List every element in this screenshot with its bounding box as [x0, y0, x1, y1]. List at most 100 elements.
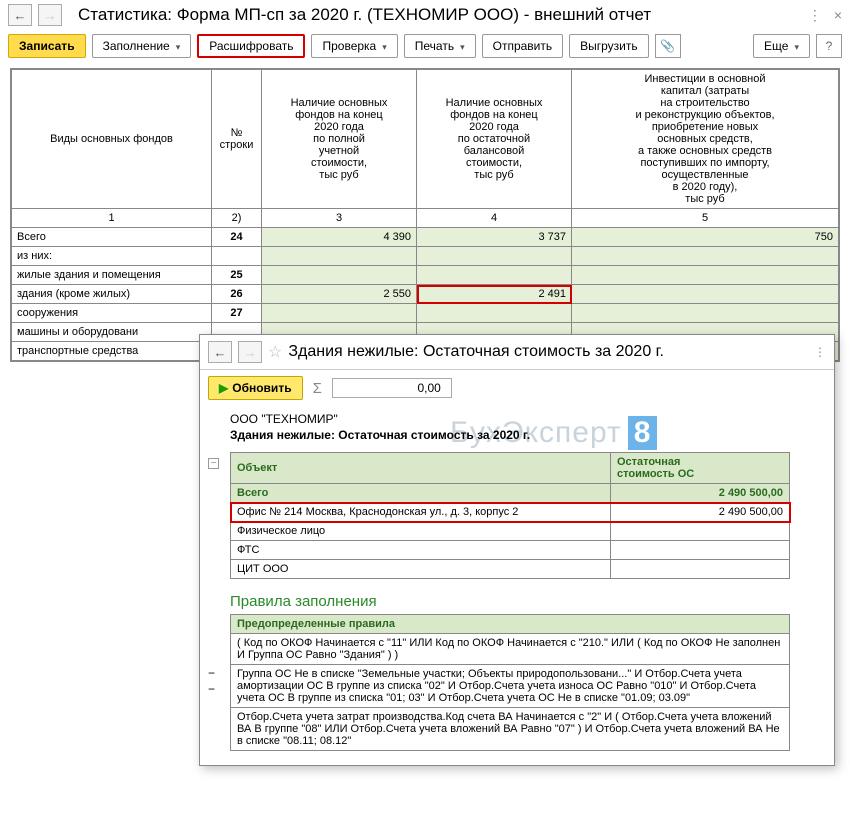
nav-back-button[interactable]: ←	[8, 4, 32, 26]
refresh-button[interactable]: ▶ Обновить	[208, 376, 303, 400]
table-row[interactable]: Офис № 214 Москва, Краснодонская ул., д.…	[231, 503, 790, 522]
col-header-rownum: № строки	[212, 70, 262, 209]
cell-object[interactable]: Физическое лицо	[231, 522, 611, 541]
cell[interactable]: 3 737	[417, 228, 572, 247]
cell[interactable]: 750	[572, 228, 839, 247]
cell[interactable]	[212, 247, 262, 266]
cell[interactable]	[417, 304, 572, 323]
decode-label: Расшифровать	[209, 39, 293, 53]
col-header-kind: Виды основных фондов	[12, 70, 212, 209]
sum-field[interactable]: 0,00	[332, 378, 452, 398]
detail-table: Объект Остаточная стоимость ОС Всего2 49…	[230, 452, 790, 579]
more-label: Еще	[764, 39, 788, 53]
table-row[interactable]: сооружения27	[12, 304, 839, 323]
ov-nav-forward[interactable]: →	[238, 341, 262, 363]
table-row[interactable]: жилые здания и помещения25	[12, 266, 839, 285]
rule-text: ( Код по ОКОФ Начинается с "11" ИЛИ Код …	[231, 634, 790, 665]
chevron-down-icon	[380, 39, 387, 53]
cell[interactable]	[262, 304, 417, 323]
send-button[interactable]: Отправить	[482, 34, 564, 58]
tree-collapse-icon[interactable]: −	[208, 682, 215, 696]
more-button[interactable]: Еще	[753, 34, 810, 58]
rule-text: Группа ОС Не в списке "Земельные участки…	[231, 665, 790, 708]
cell-value[interactable]	[611, 522, 790, 541]
cell[interactable]: 4 390	[262, 228, 417, 247]
cell-object[interactable]: Офис № 214 Москва, Краснодонская ул., д.…	[231, 503, 611, 522]
cell[interactable]	[262, 266, 417, 285]
cell[interactable]: Всего	[12, 228, 212, 247]
check-button[interactable]: Проверка	[311, 34, 397, 58]
detail-window: ← → ☆ Здания нежилые: Остаточная стоимос…	[199, 334, 835, 766]
company-name: ООО "ТЕХНОМИР"	[230, 412, 824, 426]
cell-value[interactable]: 2 490 500,00	[611, 503, 790, 522]
cell[interactable]: сооружения	[12, 304, 212, 323]
cell[interactable]	[572, 285, 839, 304]
sub-col-value: Остаточная стоимость ОС	[611, 453, 790, 484]
rule-row[interactable]: Группа ОС Не в списке "Земельные участки…	[231, 665, 790, 708]
chevron-down-icon	[792, 39, 799, 53]
cell-object[interactable]: ФТС	[231, 541, 611, 560]
cell[interactable]: из них:	[12, 247, 212, 266]
chevron-down-icon	[458, 39, 465, 53]
chevron-down-icon	[174, 39, 181, 53]
help-button[interactable]: ?	[816, 34, 842, 58]
cell[interactable]: транспортные средства	[12, 342, 212, 361]
cell[interactable]: здания (кроме жилых)	[12, 285, 212, 304]
rules-table: Предопределенные правила ( Код по ОКОФ Н…	[230, 614, 790, 751]
table-row[interactable]: Всего2 490 500,00	[231, 484, 790, 503]
table-row[interactable]: Всего244 3903 737750	[12, 228, 839, 247]
kebab-icon[interactable]: ⋮	[808, 7, 822, 24]
cell[interactable]: 27	[212, 304, 262, 323]
table-row[interactable]: здания (кроме жилых)262 5502 491	[12, 285, 839, 304]
cell[interactable]	[417, 266, 572, 285]
rules-section-title: Правила заполнения	[230, 593, 824, 610]
cell[interactable]	[572, 304, 839, 323]
cell[interactable]	[572, 266, 839, 285]
check-label: Проверка	[322, 39, 376, 53]
cell[interactable]: машины и оборудовани	[12, 323, 212, 342]
overlay-title: Здания нежилые: Остаточная стоимость за …	[288, 343, 808, 361]
cell[interactable]: 24	[212, 228, 262, 247]
tree-collapse-icon[interactable]: −	[208, 666, 215, 680]
cell[interactable]: 2 491	[417, 285, 572, 304]
colnum-2: 2)	[212, 209, 262, 228]
colnum-4: 4	[417, 209, 572, 228]
fill-button[interactable]: Заполнение	[92, 34, 192, 58]
close-icon[interactable]: ×	[834, 7, 842, 24]
tree-handles: −	[208, 458, 222, 471]
decode-button[interactable]: Расшифровать	[197, 34, 305, 58]
rule-row[interactable]: Отбор.Счета учета затрат производства.Ко…	[231, 708, 790, 751]
tree-handles-2: − −	[208, 666, 215, 696]
table-row[interactable]: ФТС	[231, 541, 790, 560]
print-button[interactable]: Печать	[404, 34, 476, 58]
rule-row[interactable]: ( Код по ОКОФ Начинается с "11" ИЛИ Код …	[231, 634, 790, 665]
cell-value[interactable]	[611, 541, 790, 560]
page-title: Статистика: Форма МП-сп за 2020 г. (ТЕХН…	[78, 5, 802, 25]
ov-nav-back[interactable]: ←	[208, 341, 232, 363]
cell-value[interactable]: 2 490 500,00	[611, 484, 790, 503]
attach-button[interactable]: 📎	[655, 34, 681, 58]
print-label: Печать	[415, 39, 454, 53]
table-row[interactable]: Физическое лицо	[231, 522, 790, 541]
cell-object[interactable]: Всего	[231, 484, 611, 503]
ov-kebab-icon[interactable]: ⋮	[814, 345, 826, 359]
save-button[interactable]: Записать	[8, 34, 86, 58]
export-button[interactable]: Выгрузить	[569, 34, 649, 58]
cell[interactable]: 25	[212, 266, 262, 285]
tree-collapse-icon[interactable]: −	[208, 458, 219, 469]
cell[interactable]: 26	[212, 285, 262, 304]
cell[interactable]	[572, 247, 839, 266]
cell[interactable]	[262, 247, 417, 266]
cell[interactable]: 2 550	[262, 285, 417, 304]
star-icon[interactable]: ☆	[268, 342, 282, 362]
nav-forward-button[interactable]: →	[38, 4, 62, 26]
cell-object[interactable]: ЦИТ ООО	[231, 560, 611, 579]
cell[interactable]	[417, 247, 572, 266]
cell[interactable]: жилые здания и помещения	[12, 266, 212, 285]
rule-text: Отбор.Счета учета затрат производства.Ко…	[231, 708, 790, 751]
cell-value[interactable]	[611, 560, 790, 579]
table-row[interactable]: из них:	[12, 247, 839, 266]
col-header-full-cost: Наличие основных фондов на конец 2020 го…	[262, 70, 417, 209]
sigma-icon[interactable]: Σ	[313, 380, 322, 397]
table-row[interactable]: ЦИТ ООО	[231, 560, 790, 579]
